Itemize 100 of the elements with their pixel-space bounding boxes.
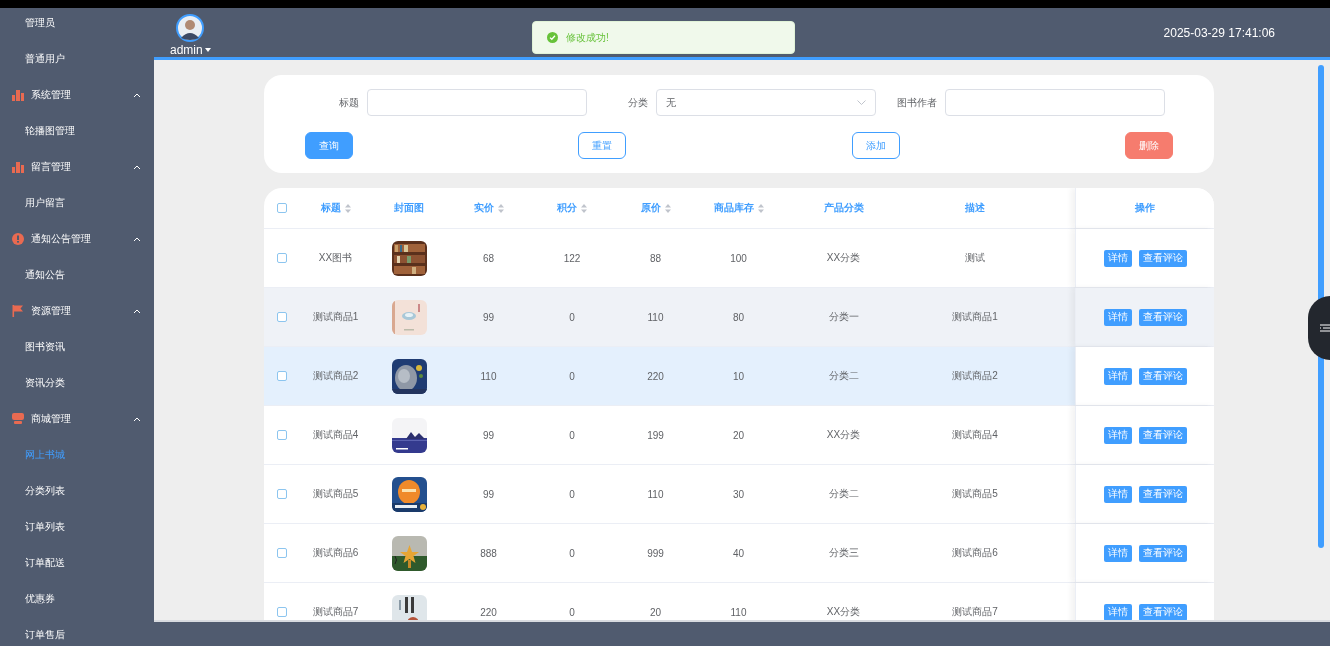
sidebar-item[interactable]: 优惠券: [0, 581, 154, 617]
checkbox[interactable]: [277, 312, 287, 322]
sidebar-item[interactable]: 用户留言: [0, 185, 154, 221]
table-cell: 测试商品7: [312, 605, 359, 619]
category-select[interactable]: 无: [656, 89, 876, 116]
table-cell: 测试商品7: [952, 605, 998, 619]
table-row[interactable]: 测试商品4 99 0 199 20 XX分类 测试商品4 详情 查看评论: [264, 406, 1214, 465]
table-cell: 199: [647, 429, 664, 441]
table-cell: XX分类: [826, 251, 861, 265]
input-field[interactable]: [367, 89, 587, 116]
table-cell: 220: [647, 370, 664, 382]
checkbox[interactable]: [277, 371, 287, 381]
table-cell: 测试商品1: [312, 310, 359, 324]
sidebar-group[interactable]: 留言管理: [0, 149, 154, 185]
sidebar-item[interactable]: 管理员: [0, 8, 154, 41]
checkbox[interactable]: [277, 489, 287, 499]
sort-icon[interactable]: [344, 203, 351, 213]
sort-icon[interactable]: [581, 203, 587, 213]
bar-chart-icon: [12, 89, 24, 101]
sidebar-group[interactable]: 资源管理: [0, 293, 154, 329]
table-cell: 0: [569, 311, 575, 323]
table-cell: 99: [482, 311, 495, 323]
bar-chart-icon: [12, 161, 24, 173]
drawer-handle[interactable]: [1308, 296, 1330, 360]
field-label: 标题: [338, 95, 359, 110]
table-cell: 0: [569, 606, 575, 618]
checkbox[interactable]: [277, 430, 287, 440]
sidebar-item[interactable]: 分类列表: [0, 473, 154, 509]
sort-icon[interactable]: [757, 203, 764, 213]
flag-icon: [12, 305, 24, 317]
table-cell: 68: [482, 252, 495, 264]
table-row[interactable]: 测试商品6 888 0 999 40 分类三 测试商品6 详情 查看评论: [264, 524, 1214, 583]
datetime: 2025-03-29 17:41:06: [1163, 25, 1275, 40]
user-menu[interactable]: admin: [170, 43, 211, 57]
table-cell: 测试: [965, 251, 985, 265]
table-cell: XX分类: [826, 428, 861, 442]
table-cell: 测试商品4: [952, 428, 998, 442]
table-cell: 99: [482, 488, 495, 500]
field-label: 图书作者: [896, 95, 937, 110]
field-label: 分类: [627, 95, 648, 110]
table-row[interactable]: 测试商品5 99 0 110 30 分类二 测试商品5 详情 查看评论: [264, 465, 1214, 524]
table-cell: 99: [482, 429, 495, 441]
table-cell: 分类二: [828, 487, 859, 501]
table-cell: 40: [732, 547, 745, 559]
table-cell: 100: [730, 252, 747, 264]
input-field[interactable]: [945, 89, 1165, 116]
table-cell: 110: [647, 311, 664, 323]
sidebar-item[interactable]: 图书资讯: [0, 329, 154, 365]
table-cell: 10: [732, 370, 745, 382]
column-header: 描述: [965, 201, 985, 215]
table-row[interactable]: XX图书 68 122 88 100 XX分类 测试 详情 查看评论: [264, 229, 1214, 288]
chevron-icon: [133, 308, 141, 314]
table-cell: 分类二: [828, 369, 859, 383]
table-cell: 110: [730, 606, 747, 618]
table-cell: 测试商品5: [952, 487, 998, 501]
chevron-icon: [133, 164, 141, 170]
table-cell: 测试商品5: [312, 487, 359, 501]
column-header: 产品分类: [823, 201, 864, 215]
table-row[interactable]: 测试商品2 110 0 220 10 分类二 测试商品2 详情 查看评论: [264, 347, 1214, 406]
sidebar-item[interactable]: 资讯分类: [0, 365, 154, 401]
chevron-icon: [133, 416, 141, 422]
table-cell: 999: [647, 547, 664, 559]
store-icon: [12, 413, 24, 425]
table-cell: 0: [569, 429, 575, 441]
table-cell: 0: [569, 488, 575, 500]
sidebar-group[interactable]: 通知公告管理: [0, 221, 154, 257]
table-row[interactable]: 测试商品1 99 0 110 80 分类一 测试商品1 详情 查看评论: [264, 288, 1214, 347]
caret-icon[interactable]: [204, 48, 211, 52]
table-cell: 测试商品6: [312, 546, 359, 560]
checkbox[interactable]: [277, 253, 287, 263]
table-cell: 测试商品2: [952, 369, 998, 383]
table-cell: 30: [732, 488, 745, 500]
column-header: 封面图: [394, 201, 424, 215]
chevron-icon: [857, 100, 866, 105]
table-cell: 分类一: [828, 310, 859, 324]
info-icon: [12, 233, 24, 245]
avatar[interactable]: [176, 14, 205, 42]
table-cell: 20: [649, 606, 662, 618]
checkbox[interactable]: [277, 203, 287, 213]
sidebar-item[interactable]: 订单列表: [0, 509, 154, 545]
table-cell: 测试商品4: [312, 428, 359, 442]
table-cell: 110: [647, 488, 664, 500]
sidebar-item[interactable]: 轮播图管理: [0, 113, 154, 149]
sidebar-group[interactable]: 系统管理: [0, 77, 154, 113]
sort-icon[interactable]: [497, 203, 504, 213]
sidebar-item[interactable]: 普通用户: [0, 41, 154, 77]
sidebar-item[interactable]: 订单售后: [0, 617, 154, 646]
checkbox[interactable]: [277, 548, 287, 558]
sidebar-item[interactable]: 订单配送: [0, 545, 154, 581]
sidebar-group[interactable]: 商城管理: [0, 401, 154, 437]
table-cell: 分类三: [828, 546, 859, 560]
sort-icon[interactable]: [664, 203, 671, 213]
table-cell: 122: [563, 252, 581, 264]
checkbox[interactable]: [277, 607, 287, 617]
table-cell: 888: [480, 547, 497, 559]
sidebar-item[interactable]: 通知公告: [0, 257, 154, 293]
table-cell: 220: [480, 606, 497, 618]
toast-message: 修改成功!: [566, 30, 609, 45]
table-cell: 20: [732, 429, 745, 441]
check-circle-icon: [547, 32, 558, 43]
